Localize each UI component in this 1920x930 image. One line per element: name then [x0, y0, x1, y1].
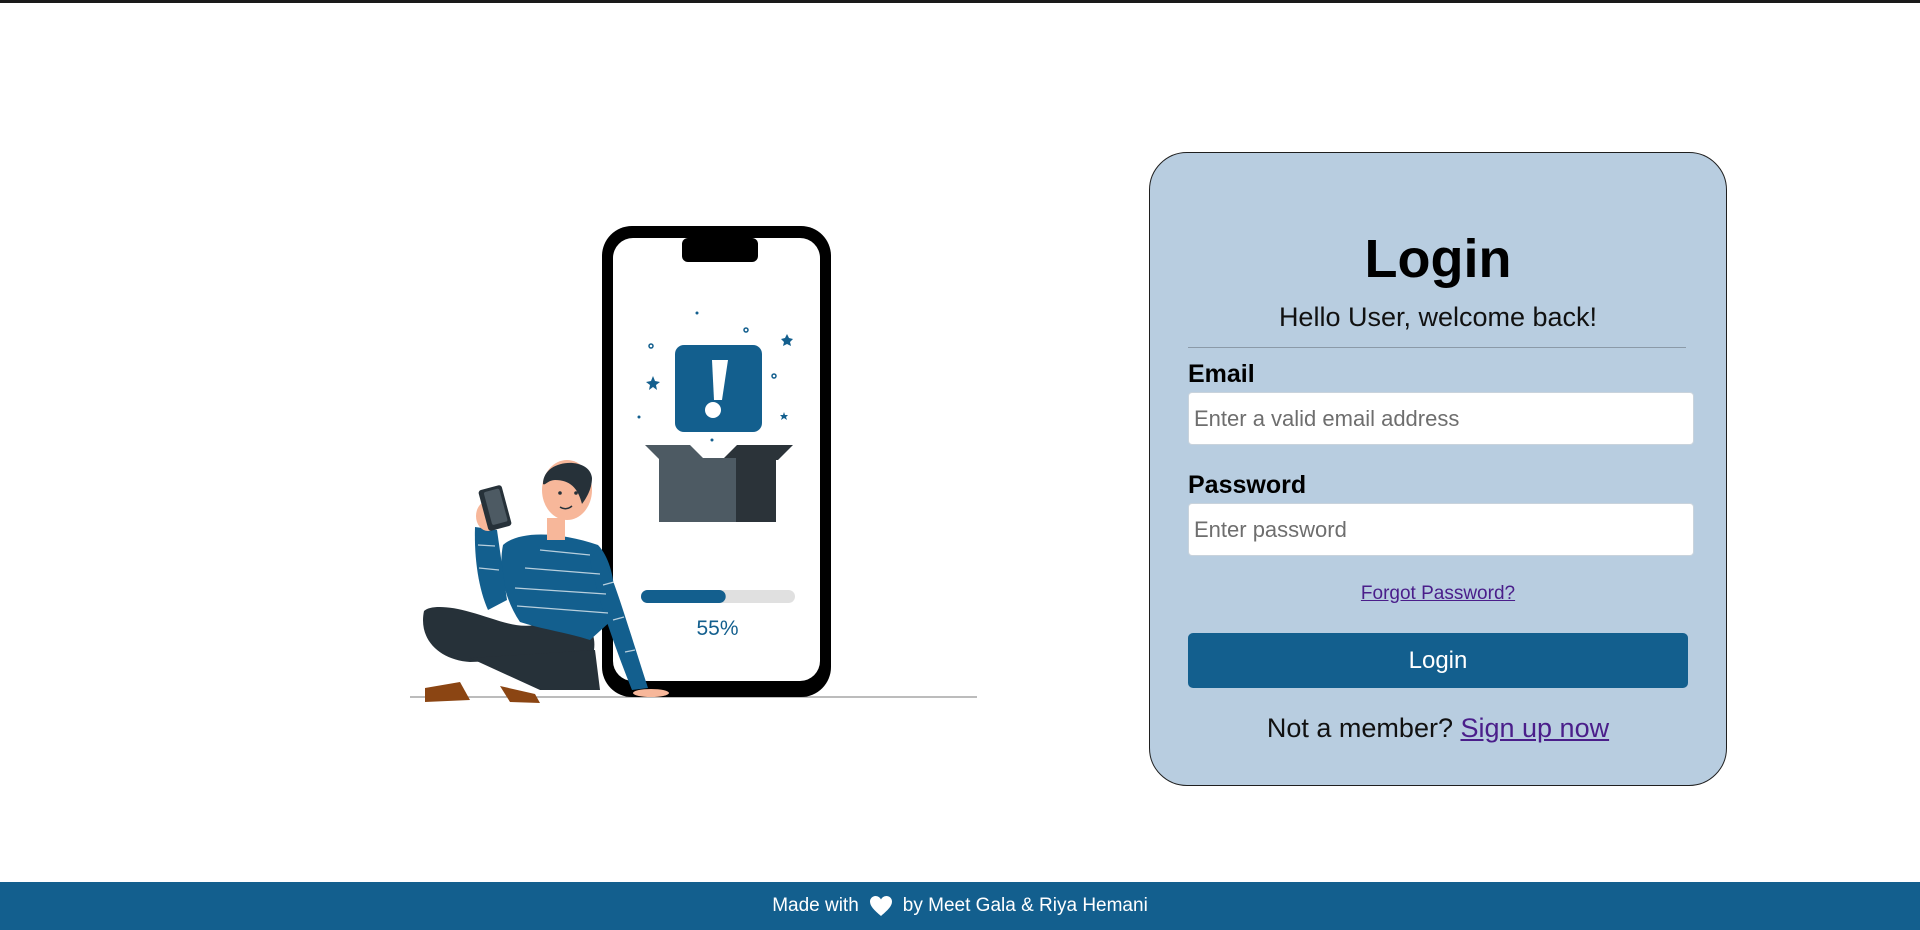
footer: Made with by Meet Gala & Riya Hemani: [0, 882, 1920, 930]
progress-fill: [641, 590, 726, 603]
password-label: Password: [1188, 471, 1307, 499]
heart-icon: [869, 895, 893, 917]
email-label: Email: [1188, 360, 1255, 388]
password-field[interactable]: [1188, 503, 1694, 556]
progress-bar: [641, 590, 795, 603]
progress-percentage: 55%: [696, 617, 739, 640]
login-button[interactable]: Login: [1188, 633, 1688, 688]
login-card: Login Hello User, welcome back! Email Pa…: [1149, 152, 1727, 786]
signup-link[interactable]: Sign up now: [1460, 713, 1609, 743]
login-title: Login: [1364, 229, 1512, 289]
welcome-subtitle: Hello User, welcome back!: [1278, 302, 1598, 332]
phone-notch: [682, 238, 758, 262]
signup-row: Not a member? Sign up now: [1150, 713, 1726, 744]
email-field[interactable]: [1188, 392, 1694, 445]
signup-prompt: Not a member?: [1266, 713, 1453, 743]
top-border: [0, 0, 1920, 3]
footer-credits: by Meet Gala & Riya Hemani: [902, 895, 1148, 916]
forgot-password-link[interactable]: Forgot Password?: [1150, 583, 1726, 605]
footer-made-with: Made with: [772, 895, 859, 916]
divider: [1188, 347, 1686, 348]
